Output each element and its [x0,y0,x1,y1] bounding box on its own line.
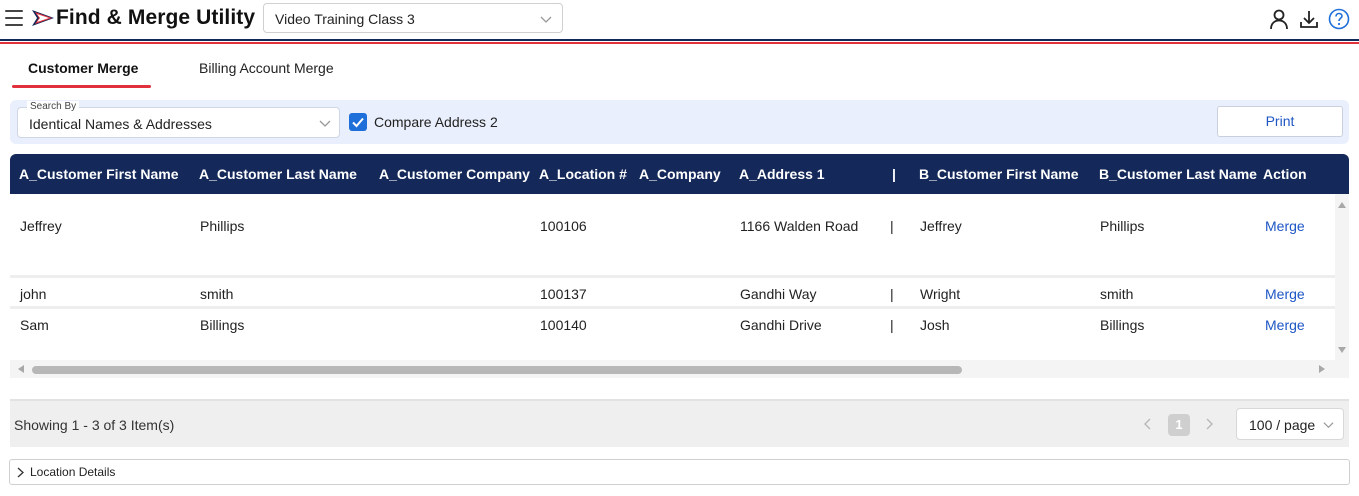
active-tab-indicator [12,85,151,88]
print-button[interactable]: Print [1217,106,1343,137]
filter-bar: Search By Identical Names & Addresses Co… [10,100,1349,144]
table-header: A_Customer First Name A_Customer Last Na… [10,154,1349,194]
horizontal-scroll-thumb[interactable] [32,366,962,374]
checkmark-icon [352,117,364,128]
column-header[interactable]: A_Company [639,166,721,182]
cell-a-last-name: Billings [200,317,245,333]
cell-a-address: 1166 Walden Road [740,218,859,234]
cell-a-first-name: Sam [20,317,49,333]
header-divider-navy [0,39,1359,41]
cell-a-last-name: Phillips [200,218,245,234]
cell-a-location: 100137 [540,286,587,302]
table-body: Jeffrey Phillips 100106 1166 Walden Road… [10,194,1335,360]
vertical-scrollbar[interactable] [1335,194,1349,360]
column-header[interactable]: B_Customer First Name [919,166,1079,182]
column-separator: | [892,166,896,182]
column-header[interactable]: B_Customer Last Name [1099,166,1257,182]
class-select-value: Video Training Class 3 [275,11,415,27]
cell-b-last-name: Billings [1100,317,1145,333]
scroll-down-arrow-icon[interactable] [1338,347,1346,353]
pagination-bar: Showing 1 - 3 of 3 Item(s) 1 100 / page [10,399,1349,447]
column-header[interactable]: A_Customer First Name [19,166,179,182]
page-size-value: 100 / page [1249,417,1316,433]
cell-a-location: 100140 [540,317,587,333]
chevron-right-icon [17,467,24,478]
logo-flag-icon [32,10,54,26]
table-row: john smith 100137 Gandhi Way | Wright sm… [10,278,1335,309]
location-details-panel[interactable]: Location Details [9,459,1350,485]
cell-separator: | [890,286,894,302]
column-header[interactable]: A_Customer Last Name [199,166,357,182]
search-by-value: Identical Names & Addresses [29,116,212,132]
compare-address2-label[interactable]: Compare Address 2 [374,114,498,130]
scroll-left-arrow-icon[interactable] [18,365,24,373]
cell-a-last-name: smith [200,286,234,302]
chevron-down-icon [319,120,331,127]
menu-icon[interactable] [5,10,23,26]
app-title: Find & Merge Utility [56,6,256,29]
merge-link[interactable]: Merge [1265,317,1305,333]
scroll-up-arrow-icon[interactable] [1338,202,1346,208]
column-header[interactable]: A_Customer Company [379,166,530,182]
search-by-label: Search By [27,101,80,113]
cell-a-location: 100106 [540,218,587,234]
cell-separator: | [890,218,894,234]
cell-b-first-name: Jeffrey [920,218,962,234]
current-page-button[interactable]: 1 [1168,414,1190,436]
user-icon[interactable] [1268,8,1290,30]
cell-a-address: Gandhi Way [740,286,817,302]
app-header: Find & Merge Utility Video Training Clas… [0,0,1359,40]
merge-link[interactable]: Merge [1265,218,1305,234]
download-icon[interactable] [1298,8,1320,30]
column-header[interactable]: A_Address 1 [739,166,825,182]
location-details-label: Location Details [30,465,116,479]
compare-address2-checkbox[interactable] [349,113,367,131]
horizontal-scrollbar[interactable] [10,360,1349,378]
cell-a-first-name: Jeffrey [20,218,62,234]
column-header: Action [1263,166,1307,182]
help-icon[interactable] [1328,8,1350,30]
cell-separator: | [890,317,894,333]
merge-link[interactable]: Merge [1265,286,1305,302]
chevron-down-icon [540,16,552,23]
column-header[interactable]: A_Location # [539,166,627,182]
cell-b-first-name: Josh [920,317,950,333]
cell-a-address: Gandhi Drive [740,317,822,333]
cell-b-last-name: smith [1100,286,1134,302]
table-row: Jeffrey Phillips 100106 1166 Walden Road… [10,202,1335,278]
chevron-down-icon [1323,422,1334,429]
results-table: A_Customer First Name A_Customer Last Na… [10,154,1349,378]
tab-billing-account-merge[interactable]: Billing Account Merge [199,60,334,76]
cell-b-first-name: Wright [920,286,961,302]
header-divider-red [0,42,1359,44]
page-size-select[interactable]: 100 / page [1236,408,1344,440]
tab-customer-merge[interactable]: Customer Merge [28,60,138,76]
cell-b-last-name: Phillips [1100,218,1145,234]
table-row: Sam Billings 100140 Gandhi Drive | Josh … [10,309,1335,340]
scroll-right-arrow-icon[interactable] [1319,365,1325,373]
cell-a-first-name: john [20,286,47,302]
prev-page-icon[interactable] [1143,417,1153,431]
search-by-select[interactable]: Search By Identical Names & Addresses [17,101,340,138]
next-page-icon[interactable] [1204,417,1214,431]
class-select[interactable]: Video Training Class 3 [263,3,563,33]
pagination-summary: Showing 1 - 3 of 3 Item(s) [14,417,175,433]
